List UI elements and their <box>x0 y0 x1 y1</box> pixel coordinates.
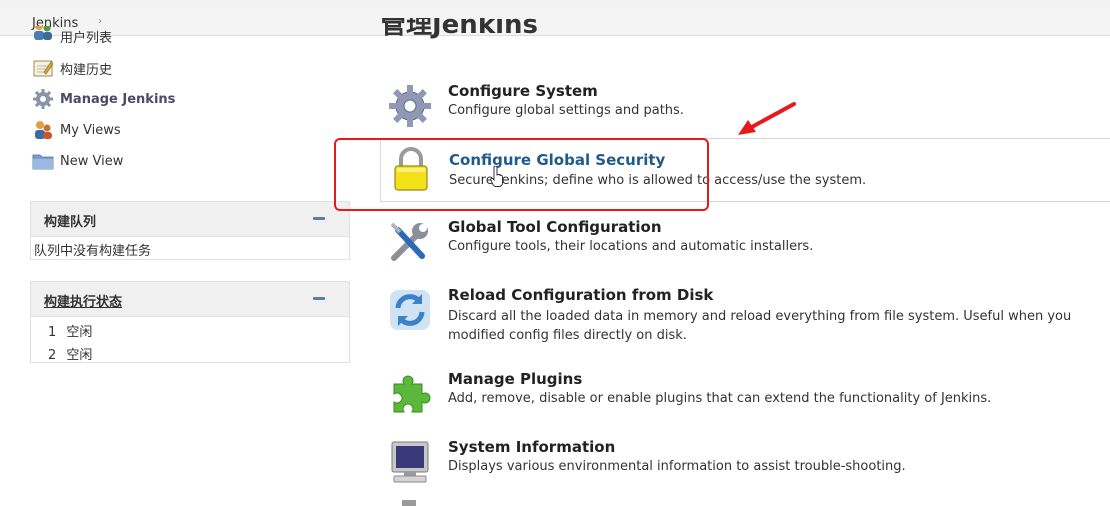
page-title-text: 管理Jenkins <box>380 18 539 40</box>
users-icon <box>32 26 54 44</box>
entry-title[interactable]: Manage Plugins <box>448 370 582 388</box>
folder-icon <box>32 150 54 172</box>
sidebar-item-users[interactable]: 用户列表 <box>32 26 112 44</box>
collapse-icon[interactable] <box>313 297 325 300</box>
entry-title[interactable]: Global Tool Configuration <box>448 218 662 236</box>
executor-state: 空闲 <box>66 325 93 340</box>
executor-status-header: 构建执行状态 <box>31 282 349 317</box>
executor-number: 2 <box>48 348 57 363</box>
sidebar-item-label: Manage Jenkins <box>60 91 176 107</box>
sidebar-item-new-view[interactable]: New View <box>32 150 123 172</box>
gear-icon <box>32 88 54 110</box>
entry-title[interactable]: Configure System <box>448 82 598 100</box>
sidebar-item-label: 用户列表 <box>60 31 113 44</box>
page-title: 管理Jenkins <box>380 18 580 42</box>
executor-status-panel: 构建执行状态 1 空闲 2 空闲 <box>30 281 350 363</box>
entry-description: Discard all the loaded data in memory an… <box>448 309 1072 343</box>
next-entry-icon-partial <box>402 500 416 506</box>
entry-system-information[interactable]: System Information Displays various envi… <box>380 438 1110 488</box>
collapse-icon[interactable] <box>313 217 325 220</box>
executor-row: 2 空闲 <box>48 344 349 367</box>
executor-state: 空闲 <box>66 348 93 363</box>
sidebar-item-label: New View <box>60 153 124 169</box>
reload-icon <box>386 286 434 334</box>
sidebar-item-manage-jenkins[interactable]: Manage Jenkins <box>32 88 175 110</box>
executor-status-title-link[interactable]: 构建执行状态 <box>44 291 122 310</box>
hand-cursor-icon <box>490 166 503 187</box>
annotation-highlight-box <box>334 138 709 211</box>
build-queue-header: 构建队列 <box>31 202 349 237</box>
sidebar-item-build-history[interactable]: 构建历史 <box>32 57 112 79</box>
entry-description: Add, remove, disable or enable plugins t… <box>448 391 992 406</box>
sidebar-item-label: 构建历史 <box>60 62 113 78</box>
executor-number: 1 <box>48 325 57 340</box>
user-icon <box>32 119 54 141</box>
entry-global-tool-configuration[interactable]: Global Tool Configuration Configure tool… <box>380 218 1110 268</box>
entry-description: Displays various environmental informati… <box>448 459 906 474</box>
wrench-screwdriver-icon <box>386 218 434 266</box>
entry-manage-plugins[interactable]: Manage Plugins Add, remove, disable or e… <box>380 370 1110 420</box>
entry-description: Configure global settings and paths. <box>448 103 684 118</box>
puzzle-icon <box>386 370 434 418</box>
entry-reload-configuration[interactable]: Reload Configuration from Disk Discard a… <box>380 286 1110 348</box>
entry-description: Configure tools, their locations and aut… <box>448 239 814 254</box>
computer-icon <box>386 438 434 486</box>
build-queue-panel: 构建队列 队列中没有构建任务 <box>30 201 350 260</box>
annotation-arrow-icon <box>738 102 796 135</box>
sidebar-item-label: My Views <box>60 122 121 138</box>
sidebar-item-my-views[interactable]: My Views <box>32 119 121 141</box>
build-queue-empty-text: 队列中没有构建任务 <box>34 244 152 259</box>
executor-row: 1 空闲 <box>48 321 349 344</box>
entry-title[interactable]: Reload Configuration from Disk <box>448 286 713 304</box>
entry-title[interactable]: System Information <box>448 438 615 456</box>
notepad-icon <box>32 57 54 79</box>
build-queue-title: 构建队列 <box>44 215 97 230</box>
gear-icon <box>386 82 434 130</box>
